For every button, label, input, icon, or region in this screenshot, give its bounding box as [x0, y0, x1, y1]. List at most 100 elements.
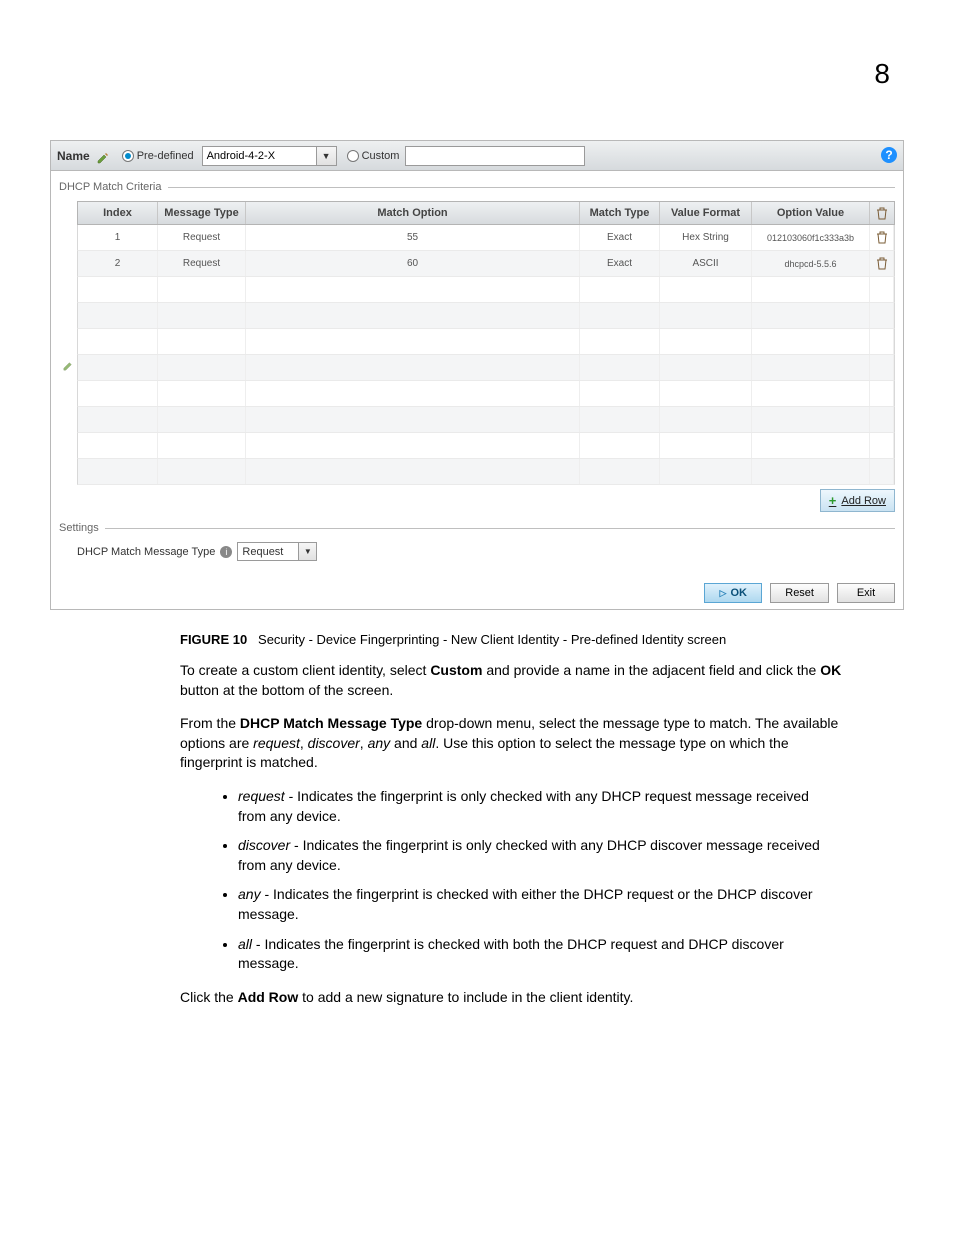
col-option-value[interactable]: Option Value	[752, 202, 870, 224]
table-row[interactable]: 1Request55ExactHex String012103060f1c333…	[77, 225, 895, 251]
cell-match-option	[246, 303, 580, 328]
cell-delete	[870, 277, 894, 302]
cell-delete	[870, 303, 894, 328]
cell-delete	[870, 329, 894, 354]
col-match-type[interactable]: Match Type	[580, 202, 660, 224]
ok-button[interactable]: ▷ OK	[704, 583, 762, 603]
col-value-format[interactable]: Value Format	[660, 202, 752, 224]
paragraph-1: To create a custom client identity, sele…	[180, 661, 844, 700]
dhcp-match-criteria-fieldset: DHCP Match Criteria	[59, 181, 895, 516]
cell-message-type	[158, 277, 246, 302]
cell-value-format	[660, 303, 752, 328]
cell-match-option	[246, 381, 580, 406]
table-row[interactable]	[77, 329, 895, 355]
paragraph-2: From the DHCP Match Message Type drop-do…	[180, 714, 844, 773]
cell-match-option	[246, 355, 580, 380]
figure-caption-text: Security - Device Fingerprinting - New C…	[258, 632, 726, 647]
cell-index: 2	[78, 251, 158, 276]
cell-delete	[870, 407, 894, 432]
button-bar: ▷ OK Reset Exit	[51, 577, 903, 609]
add-row-button[interactable]: + Add Row	[820, 489, 895, 512]
plus-icon: +	[829, 493, 837, 508]
bullet-list: request - Indicates the fingerprint is o…	[220, 787, 834, 974]
cell-delete	[870, 459, 894, 484]
cell-index	[78, 329, 158, 354]
cell-delete[interactable]	[870, 225, 894, 250]
table-row[interactable]	[77, 355, 895, 381]
page-number: 8	[874, 58, 890, 90]
cell-value-format	[660, 407, 752, 432]
cell-message-type	[158, 407, 246, 432]
row-edit-icon[interactable]	[62, 359, 75, 377]
reset-button[interactable]: Reset	[770, 583, 829, 603]
cell-index	[78, 303, 158, 328]
list-item: any - Indicates the fingerprint is check…	[238, 885, 834, 924]
cell-option-value	[752, 407, 870, 432]
list-item: request - Indicates the fingerprint is o…	[238, 787, 834, 826]
cell-index	[78, 355, 158, 380]
table-row[interactable]	[77, 459, 895, 485]
cell-match-type	[580, 303, 660, 328]
cell-match-type	[580, 355, 660, 380]
col-index[interactable]: Index	[78, 202, 158, 224]
col-match-option[interactable]: Match Option	[246, 202, 580, 224]
predefined-radio-label: Pre-defined	[137, 150, 194, 162]
dhcp-match-message-type-label: DHCP Match Message Type	[77, 546, 215, 558]
cell-message-type: Request	[158, 225, 246, 250]
name-select-value: Android-4-2-X	[207, 150, 275, 162]
cell-option-value: 012103060f1c333a3b	[752, 225, 870, 250]
dropdown-arrow-icon: ▼	[316, 147, 336, 165]
table-row[interactable]	[77, 277, 895, 303]
add-row-label: Add Row	[841, 495, 886, 507]
cell-message-type: Request	[158, 251, 246, 276]
cell-match-type	[580, 381, 660, 406]
cell-delete	[870, 433, 894, 458]
cell-option-value	[752, 381, 870, 406]
cell-match-type: Exact	[580, 251, 660, 276]
exit-button[interactable]: Exit	[837, 583, 895, 603]
row-edit-gutter	[59, 201, 77, 512]
cell-match-type	[580, 407, 660, 432]
cell-option-value	[752, 355, 870, 380]
cell-message-type	[158, 355, 246, 380]
cell-match-type	[580, 459, 660, 484]
table-row[interactable]	[77, 407, 895, 433]
table-row[interactable]	[77, 381, 895, 407]
dhcp-match-message-type-select[interactable]: Request ▼	[237, 542, 317, 561]
trash-icon	[876, 231, 888, 244]
info-icon[interactable]: i	[220, 546, 232, 558]
edit-pencil-icon[interactable]	[96, 151, 110, 165]
cell-delete[interactable]	[870, 251, 894, 276]
cell-message-type	[158, 303, 246, 328]
list-item: discover - Indicates the fingerprint is …	[238, 836, 834, 875]
window-titlebar: Name Pre-defined Android-4-2-X ▼ Custom …	[51, 141, 903, 171]
cell-match-option: 55	[246, 225, 580, 250]
custom-radio-label: Custom	[362, 150, 400, 162]
table-row[interactable]	[77, 433, 895, 459]
cell-value-format: Hex String	[660, 225, 752, 250]
predefined-radio[interactable]	[122, 150, 134, 162]
table-row[interactable]	[77, 303, 895, 329]
custom-name-input[interactable]	[405, 146, 585, 166]
figure-label: FIGURE 10	[180, 632, 247, 647]
cell-match-type	[580, 329, 660, 354]
cell-delete	[870, 355, 894, 380]
cell-match-option	[246, 433, 580, 458]
cell-match-type	[580, 433, 660, 458]
cell-value-format	[660, 381, 752, 406]
dropdown-arrow-icon: ▼	[298, 543, 316, 560]
custom-radio[interactable]	[347, 150, 359, 162]
cell-value-format	[660, 277, 752, 302]
name-select-dropdown[interactable]: Android-4-2-X ▼	[202, 146, 337, 166]
cell-delete	[870, 381, 894, 406]
cell-index	[78, 381, 158, 406]
help-icon[interactable]: ?	[881, 147, 897, 163]
table-row[interactable]: 2Request60ExactASCIIdhcpcd-5.5.6	[77, 251, 895, 277]
col-delete[interactable]	[870, 202, 894, 224]
col-message-type[interactable]: Message Type	[158, 202, 246, 224]
cell-value-format	[660, 433, 752, 458]
cell-match-type: Exact	[580, 225, 660, 250]
cell-match-type	[580, 277, 660, 302]
cell-message-type	[158, 433, 246, 458]
cell-option-value: dhcpcd-5.5.6	[752, 251, 870, 276]
